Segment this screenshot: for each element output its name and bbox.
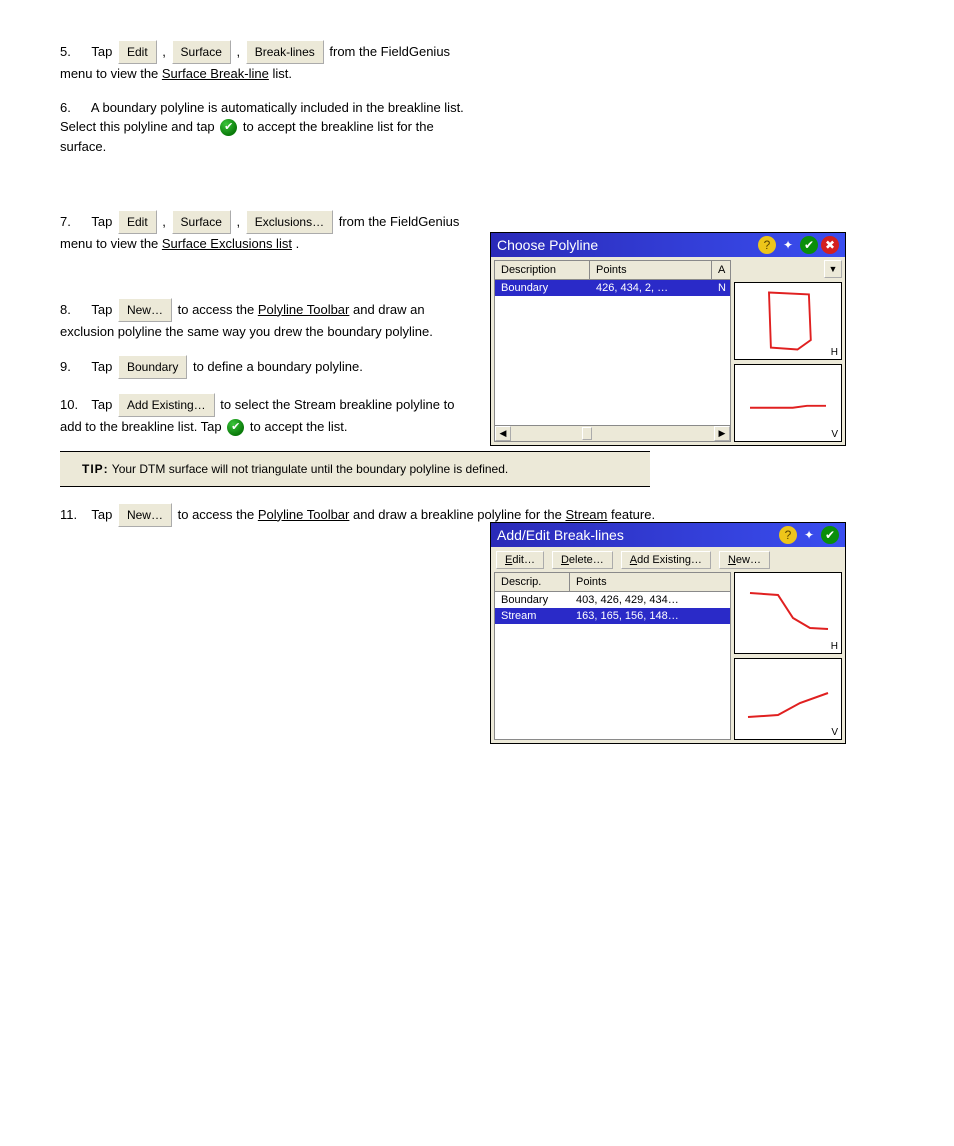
favorite-icon[interactable]: ✦ [800,526,818,544]
horizontal-scrollbar[interactable]: ◀ ▶ [495,425,730,441]
polyline-list[interactable]: Description Points A Boundary 426, 434, … [494,260,731,442]
edit-button[interactable]: Edit… [496,551,544,569]
list-item[interactable]: Boundary 403, 426, 429, 434… [495,592,730,608]
step-5: 5. Tap Edit , Surface , Break-lines from… [60,40,470,84]
step-number: 6. [60,98,88,118]
list-item[interactable]: Stream 163, 165, 156, 148… [495,608,730,624]
col-a[interactable]: A [712,261,730,279]
new-button[interactable]: New… [719,551,770,569]
exclusions-button[interactable]: Exclusions… [246,210,333,234]
list-header: Description Points A [495,261,730,280]
tip-text: Your DTM surface will not triangulate un… [112,462,508,476]
favorite-icon[interactable]: ✦ [779,236,797,254]
scroll-thumb[interactable] [582,427,592,440]
scroll-left-icon[interactable]: ◀ [495,426,511,441]
titlebar[interactable]: Choose Polyline ? ✦ ✔ ✖ [491,233,845,257]
list-header: Descrip. Points [495,573,730,592]
scroll-right-icon[interactable]: ▶ [714,426,730,441]
titlebar[interactable]: Add/Edit Break-lines ? ✦ ✔ [491,523,845,547]
preview-horizontal: H [734,282,842,360]
tip-label: TIP: [82,462,109,476]
add-edit-breaklines-dialog: Add/Edit Break-lines ? ✦ ✔ Edit… Delete…… [490,522,846,744]
surface-button[interactable]: Surface [172,40,231,64]
surface-exclusions-link[interactable]: Surface Exclusions list [162,236,292,251]
text: Tap [91,44,116,59]
boundary-button[interactable]: Boundary [118,355,187,379]
step-8: 8. Tap New… to access the Polyline Toolb… [60,298,470,342]
dropdown-button[interactable]: ▼ [824,260,842,278]
new-button[interactable]: New… [118,298,172,322]
close-icon[interactable]: ✖ [821,236,839,254]
help-icon[interactable]: ? [758,236,776,254]
new-button[interactable]: New… [118,503,172,527]
list-item[interactable]: Boundary 426, 434, 2, … N [495,280,730,296]
step-number: 8. [60,300,88,320]
step-9: 9. Tap Boundary to define a boundary pol… [60,355,470,379]
step-7: 7. Tap Edit , Surface , Exclusions… from… [60,210,470,254]
button-row: Edit… Delete… Add Existing… New… [491,547,845,569]
scroll-track[interactable] [511,426,714,441]
col-description[interactable]: Descrip. [495,573,570,591]
col-points[interactable]: Points [590,261,712,279]
add-existing-button[interactable]: Add Existing… [118,393,215,417]
ok-icon[interactable]: ✔ [220,119,237,136]
add-existing-button[interactable]: Add Existing… [621,551,711,569]
ok-icon[interactable]: ✔ [821,526,839,544]
step-number: 5. [60,42,88,62]
choose-polyline-dialog: Choose Polyline ? ✦ ✔ ✖ Description Poin… [490,232,846,446]
breakline-list[interactable]: Descrip. Points Boundary 403, 426, 429, … [494,572,731,740]
polyline-toolbar-link[interactable]: Polyline Toolbar [258,302,350,317]
step-6: 6. A boundary polyline is automatically … [60,98,470,157]
edit-button[interactable]: Edit [118,210,157,234]
step-number: 11. [60,505,88,525]
surface-button[interactable]: Surface [172,210,231,234]
v-label: V [831,429,838,440]
ok-icon[interactable]: ✔ [227,419,244,436]
delete-button[interactable]: Delete… [552,551,613,569]
h-label: H [831,641,838,652]
breaklines-button[interactable]: Break-lines [246,40,324,64]
help-icon[interactable]: ? [779,526,797,544]
step-number: 9. [60,357,88,377]
step-number: 7. [60,212,88,232]
col-description[interactable]: Description [495,261,590,279]
preview-horizontal: H [734,572,842,654]
preview-vertical: V [734,364,842,442]
ok-icon[interactable]: ✔ [800,236,818,254]
col-points[interactable]: Points [570,573,730,591]
v-label: V [831,727,838,738]
h-label: H [831,347,838,358]
dialog-title: Choose Polyline [497,237,755,253]
tip-box: TIP: Your DTM surface will not triangula… [60,451,650,487]
stream-link[interactable]: Stream [565,507,607,522]
polyline-toolbar-link[interactable]: Polyline Toolbar [258,507,350,522]
edit-button[interactable]: Edit [118,40,157,64]
dialog-title: Add/Edit Break-lines [497,527,776,543]
preview-vertical: V [734,658,842,740]
step-10: 10. Tap Add Existing… to select the Stre… [60,393,470,437]
surface-breakline-link[interactable]: Surface Break-line [162,66,269,81]
step-number: 10. [60,395,88,415]
